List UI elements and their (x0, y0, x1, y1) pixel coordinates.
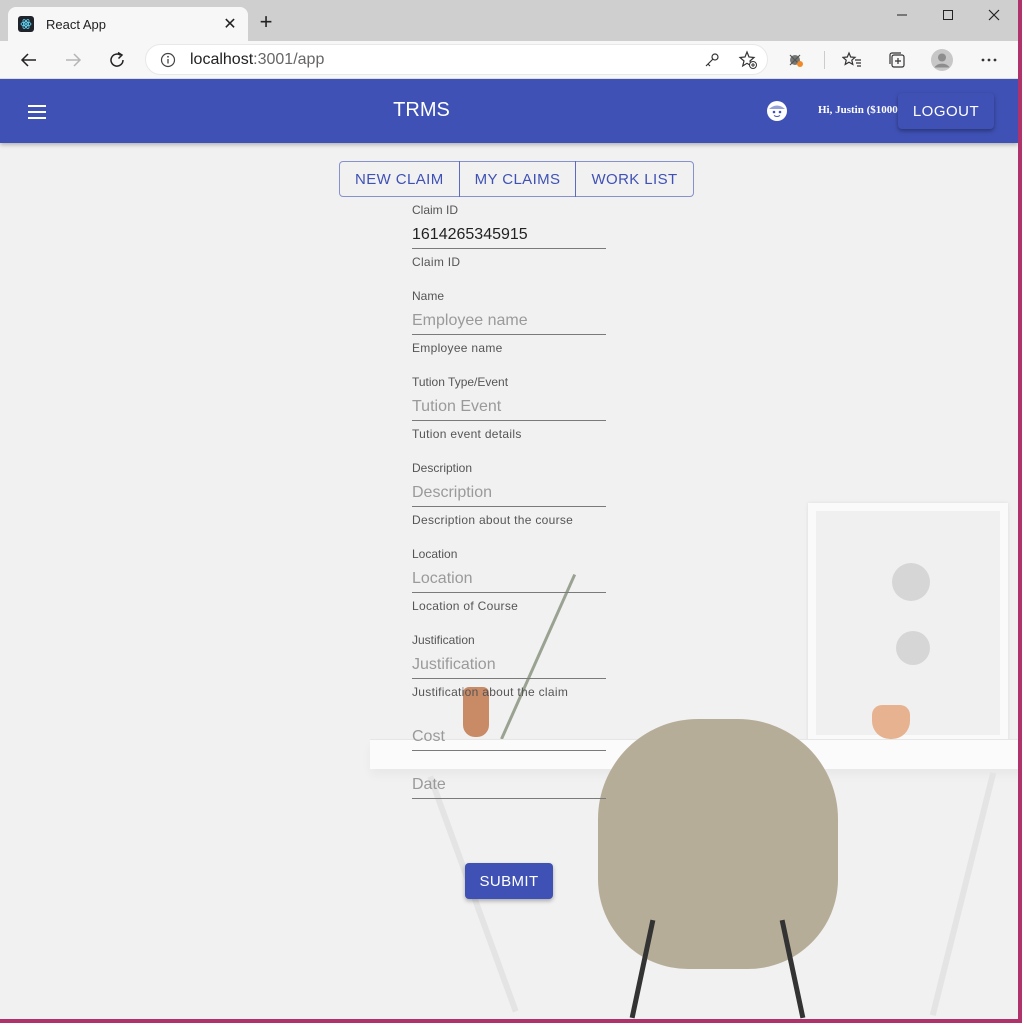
justification-field: Justification Justification about the cl… (412, 633, 608, 719)
react-icon (18, 16, 34, 32)
cost-input[interactable] (412, 719, 606, 751)
location-input[interactable] (412, 561, 606, 593)
desk-leg (929, 771, 997, 1017)
reload-icon[interactable] (105, 48, 129, 72)
tab-bar: React App ✕ + (0, 0, 1018, 41)
browser-tab[interactable]: React App ✕ (8, 7, 248, 41)
date-input[interactable] (412, 767, 606, 799)
justification-label: Justification (412, 633, 475, 647)
nav-button-group: NEW CLAIM MY CLAIMS WORK LIST (339, 161, 694, 197)
profile-avatar-icon[interactable] (930, 48, 954, 72)
browser-window: React App ✕ + localhost:3001/app TRMS Hi… (0, 0, 1018, 1019)
back-icon[interactable] (17, 48, 41, 72)
close-tab-icon[interactable]: ✕ (222, 14, 238, 34)
favorites-icon[interactable] (840, 48, 864, 72)
maximize-icon[interactable] (925, 0, 971, 30)
claim-id-label: Claim ID (412, 203, 459, 217)
toolbar-divider (824, 51, 825, 69)
plant-pot (872, 705, 910, 739)
tution-event-help: Tution event details (412, 427, 522, 441)
date-field (412, 767, 608, 815)
tution-event-label: Tution Type/Event (412, 375, 509, 389)
name-help: Employee name (412, 341, 503, 355)
name-label: Name (412, 289, 445, 303)
justification-input[interactable] (412, 647, 606, 679)
location-field: Location Location of Course (412, 547, 608, 633)
claim-id-help: Claim ID (412, 255, 461, 269)
my-claims-button[interactable]: MY CLAIMS (458, 161, 577, 197)
logout-button[interactable]: LOGOUT (898, 93, 994, 129)
description-field: Description Description about the course (412, 461, 608, 547)
submit-button[interactable]: SUBMIT (465, 863, 553, 899)
app-title: TRMS (393, 99, 450, 121)
picture-frame (808, 503, 1008, 743)
name-input[interactable] (412, 303, 606, 335)
cost-field (412, 719, 608, 767)
minimize-icon[interactable] (879, 0, 925, 30)
address-bar[interactable]: localhost:3001/app (145, 44, 768, 75)
tution-event-field: Tution Type/Event Tution event details (412, 375, 608, 461)
description-label: Description (412, 461, 473, 475)
new-claim-button[interactable]: NEW CLAIM (339, 161, 460, 197)
name-field: Name Employee name (412, 289, 608, 375)
new-tab-button[interactable]: + (256, 11, 276, 33)
address-row: localhost:3001/app (0, 41, 1018, 79)
tab-title: React App (46, 16, 106, 32)
window-close-icon[interactable] (971, 0, 1017, 30)
description-help: Description about the course (412, 513, 574, 527)
description-input[interactable] (412, 475, 606, 507)
extension-icon[interactable] (784, 48, 808, 72)
key-icon[interactable] (700, 48, 724, 72)
frame-circle (892, 563, 930, 601)
forward-icon[interactable] (61, 48, 85, 72)
face-icon[interactable] (766, 100, 788, 122)
app-bar: TRMS Hi, Justin ($1000) LOGOUT (0, 79, 1018, 143)
location-help: Location of Course (412, 599, 519, 613)
page-content: TRMS Hi, Justin ($1000) LOGOUT NEW CLAIM… (0, 79, 1018, 1019)
add-favorite-icon[interactable] (736, 48, 760, 72)
collections-icon[interactable] (885, 48, 909, 72)
location-label: Location (412, 547, 458, 561)
tution-event-input[interactable] (412, 389, 606, 421)
work-list-button[interactable]: WORK LIST (575, 161, 694, 197)
chair (598, 719, 838, 969)
claim-id-field: Claim ID Claim ID (412, 203, 608, 289)
more-icon[interactable] (977, 48, 1001, 72)
frame-circle (896, 631, 930, 665)
url-text: localhost:3001/app (190, 50, 325, 68)
claim-id-input[interactable] (412, 217, 606, 249)
user-greeting: Hi, Justin ($1000) (818, 104, 902, 116)
justification-help: Justification about the claim (412, 685, 569, 699)
claim-form: Claim ID Claim ID Name Employee name Tut… (412, 203, 608, 815)
info-icon[interactable] (160, 52, 176, 68)
